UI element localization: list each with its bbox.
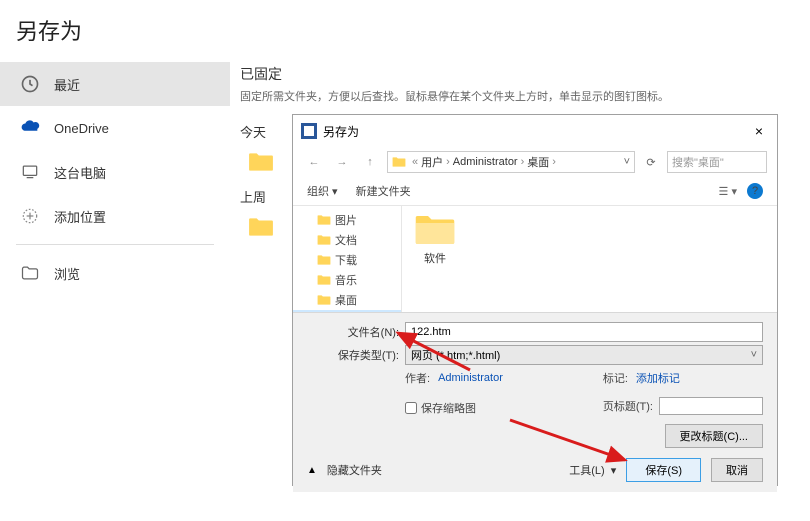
dialog-body: 图片 文档 下载 音乐 桌面 Win10 (C:) 软件 <box>293 206 777 312</box>
help-icon[interactable]: ? <box>747 183 763 199</box>
forward-button[interactable]: → <box>331 151 353 173</box>
folder-icon <box>317 274 331 286</box>
change-title-button[interactable]: 更改标题(C)... <box>665 424 763 448</box>
back-button[interactable]: ← <box>303 151 325 173</box>
chevron-right-icon: › <box>446 156 450 168</box>
refresh-icon[interactable]: ⟳ <box>641 156 661 169</box>
tags-label: 标记: <box>603 370 628 386</box>
clock-icon <box>18 72 42 96</box>
dialog-bottom: 文件名(N): 保存类型(T): 网页 (*.htm;*.html) ˅ 作者:… <box>293 312 777 492</box>
dialog-titlebar[interactable]: 另存为 × <box>293 115 777 147</box>
savetype-label: 保存类型(T): <box>307 347 399 363</box>
breadcrumb-part[interactable]: 用户 <box>421 154 443 170</box>
tree-downloads[interactable]: 下载 <box>293 250 401 270</box>
file-item-label: 软件 <box>424 250 446 266</box>
add-location-icon <box>18 204 42 228</box>
folder-icon <box>414 212 456 248</box>
sidebar-item-thispc[interactable]: 这台电脑 <box>0 150 230 194</box>
pagetitle-input[interactable] <box>659 397 763 415</box>
thumbnail-label: 保存缩略图 <box>421 400 476 416</box>
save-as-dialog: 另存为 × ← → ↑ « 用户 › Administrator › 桌面 › … <box>292 114 778 486</box>
sidebar-item-label: OneDrive <box>54 121 109 136</box>
onedrive-icon <box>18 116 42 140</box>
up-button[interactable]: ↑ <box>359 151 381 173</box>
tree-pictures[interactable]: 图片 <box>293 210 401 230</box>
tags-link[interactable]: 添加标记 <box>636 370 680 386</box>
file-list[interactable]: 软件 <box>401 206 777 312</box>
dialog-title: 另存为 <box>323 123 749 140</box>
sidebar-item-label: 浏览 <box>54 264 80 283</box>
breadcrumb-part[interactable]: Administrator <box>453 156 518 168</box>
page-title: 另存为 <box>0 0 810 54</box>
collapse-icon[interactable]: ▲ <box>307 465 317 476</box>
close-icon[interactable]: × <box>749 121 769 141</box>
folder-tree: 图片 文档 下载 音乐 桌面 Win10 (C:) <box>293 206 401 312</box>
cancel-button[interactable]: 取消 <box>711 458 763 482</box>
sidebar-divider <box>16 244 214 245</box>
new-folder-button[interactable]: 新建文件夹 <box>356 183 411 199</box>
computer-icon <box>18 160 42 184</box>
search-placeholder: 搜索"桌面" <box>672 154 724 170</box>
savetype-value: 网页 (*.htm;*.html) <box>411 347 500 363</box>
pinned-header: 已固定 <box>240 64 790 84</box>
hide-folders-link[interactable]: 隐藏文件夹 <box>327 462 382 478</box>
breadcrumb[interactable]: « 用户 › Administrator › 桌面 › ˅ <box>387 151 635 173</box>
chevron-right-icon: › <box>521 156 525 168</box>
chevron-down-icon: ˅ <box>751 349 757 361</box>
sidebar-item-label: 这台电脑 <box>54 163 106 182</box>
file-item[interactable]: 软件 <box>414 212 456 266</box>
folder-icon <box>317 294 331 306</box>
folder-icon <box>317 214 331 226</box>
folder-icon <box>248 151 274 173</box>
sidebar-item-onedrive[interactable]: OneDrive <box>0 106 230 150</box>
app-icon <box>301 123 317 139</box>
search-input[interactable]: 搜索"桌面" <box>667 151 767 173</box>
folder-icon <box>317 254 331 266</box>
author-label: 作者: <box>405 370 430 386</box>
folder-icon <box>392 156 406 168</box>
chevron-right-icon: › <box>552 156 556 168</box>
dialog-navbar: ← → ↑ « 用户 › Administrator › 桌面 › ˅ ⟳ 搜索… <box>293 147 777 177</box>
sidebar-item-browse[interactable]: 浏览 <box>0 251 230 295</box>
savetype-select[interactable]: 网页 (*.htm;*.html) ˅ <box>405 345 763 365</box>
filename-label: 文件名(N): <box>307 324 399 340</box>
breadcrumb-part[interactable]: 桌面 <box>527 154 549 170</box>
chevron-down-icon[interactable]: ˅ <box>624 156 630 168</box>
view-options-icon[interactable]: ☰ ▾ <box>719 185 737 198</box>
pagetitle-label: 页标题(T): <box>603 398 653 414</box>
sidebar-item-addlocation[interactable]: 添加位置 <box>0 194 230 238</box>
tree-desktop[interactable]: 桌面 <box>293 290 401 310</box>
folder-icon <box>248 216 274 238</box>
save-button[interactable]: 保存(S) <box>626 458 701 482</box>
pinned-description: 固定所需文件夹，方便以后查找。鼠标悬停在某个文件夹上方时，单击显示的图钉图标。 <box>240 88 790 104</box>
tree-music[interactable]: 音乐 <box>293 270 401 290</box>
dialog-toolbar: 组织 ▾ 新建文件夹 ☰ ▾ ? <box>293 177 777 206</box>
tree-cdrive[interactable]: Win10 (C:) <box>293 310 401 312</box>
organize-menu[interactable]: 组织 ▾ <box>307 183 338 199</box>
folder-icon <box>317 234 331 246</box>
thumbnail-checkbox[interactable] <box>405 402 417 414</box>
tree-documents[interactable]: 文档 <box>293 230 401 250</box>
chevron-right-icon: « <box>412 156 418 168</box>
sidebar-item-label: 添加位置 <box>54 207 106 226</box>
filename-input[interactable] <box>405 322 763 342</box>
author-link[interactable]: Administrator <box>438 372 503 384</box>
tools-menu[interactable]: 工具(L) ▾ <box>569 462 616 478</box>
browse-icon <box>18 261 42 285</box>
sidebar-item-recent[interactable]: 最近 <box>0 62 230 106</box>
sidebar: 最近 OneDrive 这台电脑 添加位置 浏览 <box>0 54 230 295</box>
sidebar-item-label: 最近 <box>54 75 80 94</box>
